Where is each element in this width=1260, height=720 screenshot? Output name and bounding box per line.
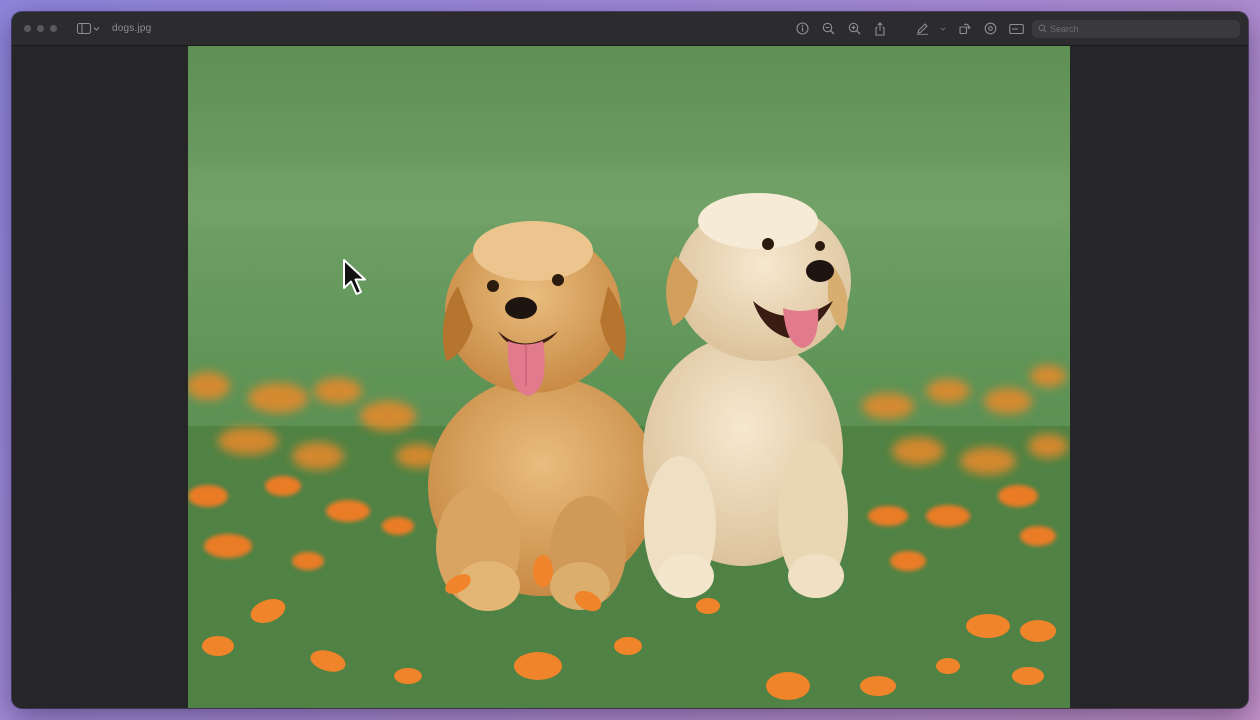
markup-pen-icon bbox=[916, 23, 928, 35]
fullscreen-button[interactable] bbox=[50, 25, 57, 32]
window-controls bbox=[24, 25, 57, 32]
crop-button[interactable] bbox=[982, 21, 998, 37]
info-icon bbox=[795, 22, 809, 35]
info-button[interactable] bbox=[794, 21, 810, 37]
form-button[interactable] bbox=[1008, 21, 1024, 37]
chevron-down-icon[interactable] bbox=[940, 26, 946, 32]
zoom-in-button[interactable] bbox=[846, 21, 862, 37]
close-button[interactable] bbox=[24, 25, 31, 32]
markup-button[interactable] bbox=[914, 21, 930, 37]
document-area bbox=[12, 46, 1248, 708]
zoom-out-button[interactable] bbox=[820, 21, 836, 37]
preview-window: dogs.jpg bbox=[12, 12, 1248, 708]
crop-icon bbox=[984, 22, 996, 35]
share-button[interactable] bbox=[872, 21, 888, 37]
search-field[interactable] bbox=[1032, 19, 1240, 38]
toolbar: dogs.jpg bbox=[12, 12, 1248, 46]
search-icon bbox=[1038, 24, 1047, 33]
zoom-out-icon bbox=[822, 22, 834, 35]
toolbar-tools bbox=[794, 21, 1024, 37]
rotate-button[interactable] bbox=[956, 21, 972, 37]
zoom-in-icon bbox=[848, 22, 860, 35]
rotate-icon bbox=[958, 23, 971, 35]
share-icon bbox=[875, 21, 885, 36]
mouse-cursor-icon bbox=[343, 259, 366, 295]
sidebar-toggle-button[interactable] bbox=[77, 23, 100, 34]
form-icon bbox=[1008, 23, 1024, 34]
search-input[interactable] bbox=[1050, 23, 1230, 34]
photo-canvas bbox=[188, 46, 1070, 708]
chevron-down-icon bbox=[93, 27, 100, 31]
window-title: dogs.jpg bbox=[112, 23, 152, 34]
minimize-button[interactable] bbox=[37, 25, 44, 32]
dogs-photo bbox=[188, 46, 1070, 708]
sidebar-icon bbox=[77, 23, 91, 34]
